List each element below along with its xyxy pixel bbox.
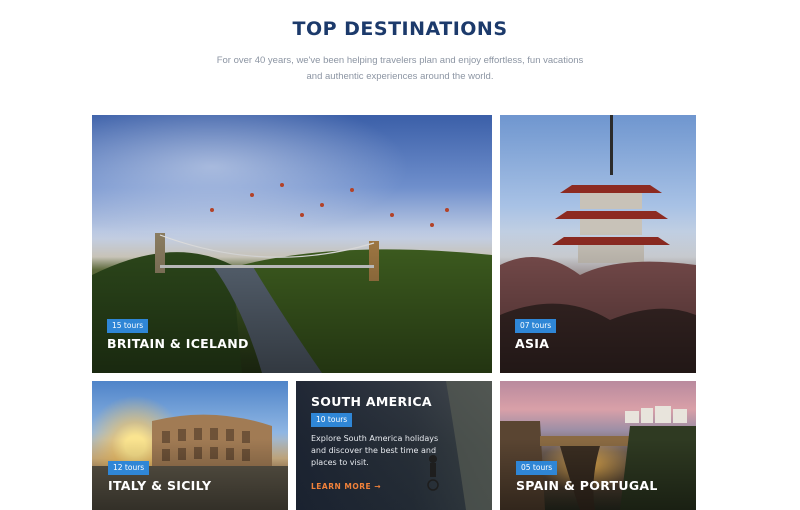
destination-card-britain-iceland[interactable]: 15 tours BRITAIN & ICELAND — [92, 115, 492, 373]
destination-card-spain-portugal[interactable]: 05 tours SPAIN & PORTUGAL — [500, 381, 696, 510]
destination-card-asia[interactable]: 07 tours ASIA — [500, 115, 696, 373]
photo-overlay — [500, 115, 696, 373]
tour-count-badge: 07 tours — [515, 319, 557, 333]
section-subtitle: For over 40 years, we've been helping tr… — [200, 53, 600, 85]
description-line-3: places to visit. — [311, 458, 369, 467]
tour-count-badge: 10 tours — [311, 413, 353, 427]
section-title: TOP DESTINATIONS — [292, 18, 508, 40]
tour-count-badge: 15 tours — [107, 319, 149, 333]
destination-title: SPAIN & PORTUGAL — [516, 478, 658, 493]
description-line-1: Explore South America holidays — [311, 434, 439, 443]
destination-card-south-america[interactable]: SOUTH AMERICA 10 tours Explore South Ame… — [296, 381, 492, 510]
learn-more-link[interactable]: LEARN MORE → — [311, 482, 381, 491]
destination-title: ASIA — [515, 336, 550, 351]
destination-description: Explore South America holidays and disco… — [311, 433, 451, 469]
destination-title: BRITAIN & ICELAND — [107, 336, 249, 351]
destination-card-italy-sicily[interactable]: 12 tours ITALY & SICILY — [92, 381, 288, 510]
photo-overlay — [92, 115, 492, 373]
tour-count-badge: 12 tours — [108, 461, 150, 475]
description-line-2: and discover the best time and — [311, 446, 437, 455]
subtitle-line-2: and authentic experiences around the wor… — [306, 71, 494, 82]
subtitle-line-1: For over 40 years, we've been helping tr… — [216, 55, 584, 66]
destination-title: SOUTH AMERICA — [311, 394, 432, 409]
tour-count-badge: 05 tours — [516, 461, 558, 475]
destination-title: ITALY & SICILY — [108, 478, 212, 493]
